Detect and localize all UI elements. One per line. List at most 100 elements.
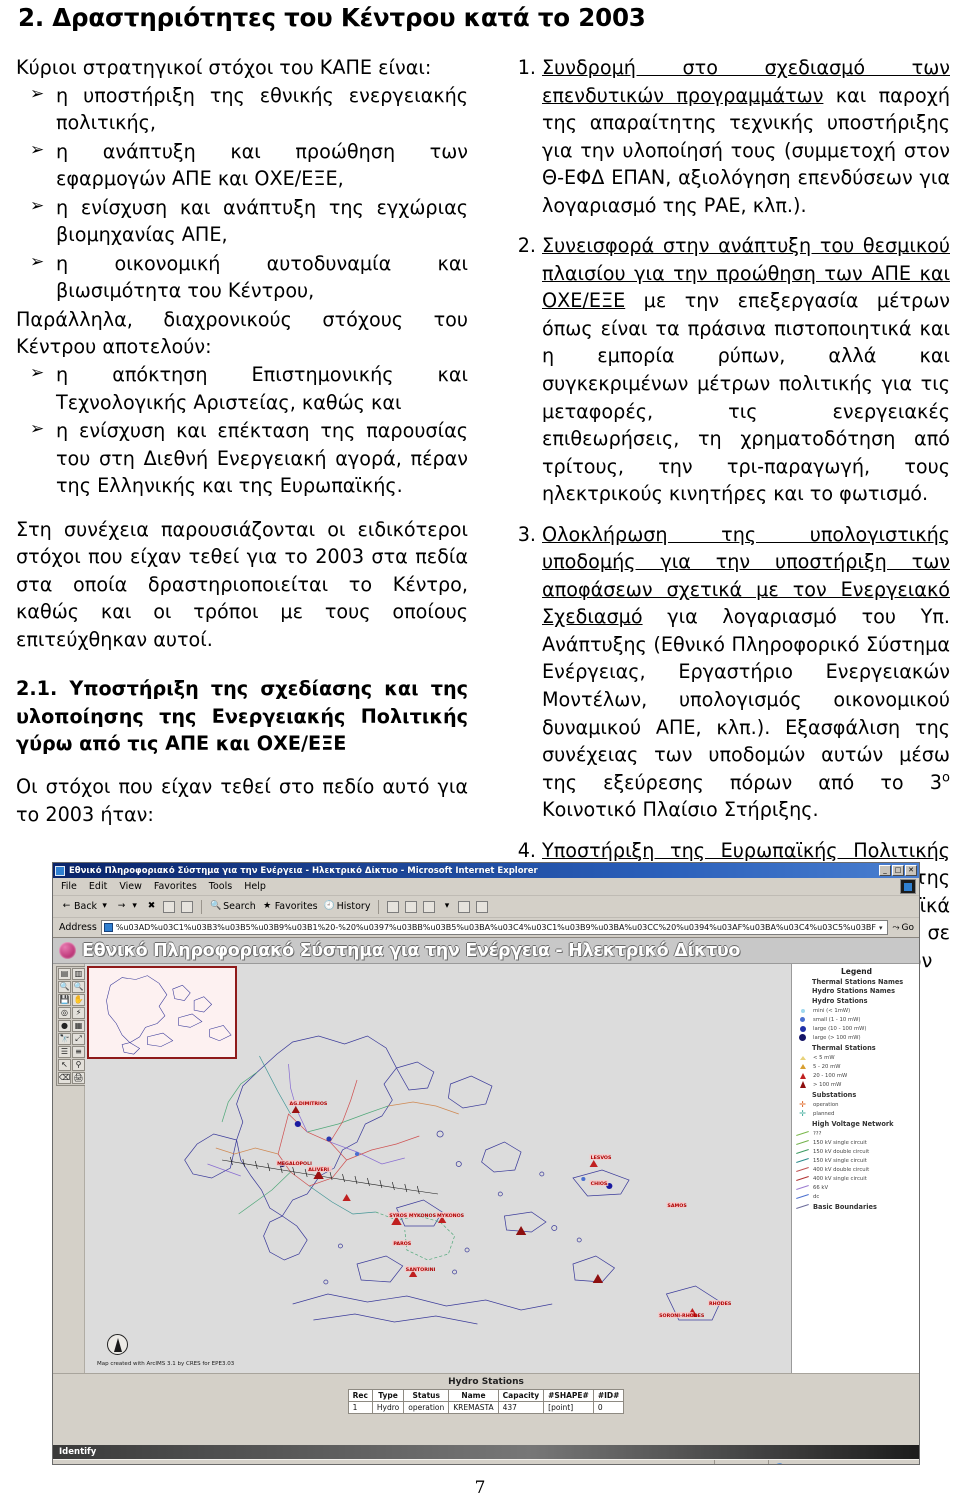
ie-logo-icon: [900, 879, 916, 894]
minimize-button[interactable]: _: [879, 865, 891, 876]
identify-tool-icon[interactable]: ●: [58, 1020, 71, 1032]
menu-view[interactable]: View: [119, 881, 142, 892]
hv-line-symbol-icon: [796, 1193, 809, 1201]
list-item: ➢ η απόκτηση Επιστημονικής και Τεχνολογι…: [16, 361, 468, 416]
zoom-in-tool-icon[interactable]: 🔍: [58, 981, 71, 993]
hydro-mini-symbol-icon: [796, 1007, 809, 1015]
attributes-tool-icon[interactable]: ☰: [58, 1046, 71, 1058]
search-label: Search: [223, 901, 256, 912]
hydro-small-symbol-icon: [796, 1016, 809, 1024]
refresh-icon[interactable]: [163, 900, 176, 913]
full-extent-tool-icon[interactable]: ◎: [58, 1007, 71, 1019]
list-item-text: για λογαριασμό του Υπ. Ανάπτυξης (Εθνικό…: [542, 605, 950, 794]
chevron-down-icon[interactable]: ▾: [876, 924, 885, 932]
chevron-down-icon[interactable]: ▾: [441, 901, 452, 912]
print-tool-icon[interactable]: 🖨: [72, 1072, 85, 1084]
column-header-status: Status: [403, 1389, 450, 1402]
overview-map-inset[interactable]: [87, 966, 237, 1059]
cell-capacity: 437: [497, 1401, 545, 1414]
maximize-button[interactable]: □: [892, 865, 904, 876]
legend-title: Legend: [840, 967, 873, 976]
mail-icon[interactable]: [387, 900, 400, 913]
legend-row-label: operation: [813, 1101, 839, 1108]
address-label: Address: [59, 922, 97, 933]
hv-line-symbol-icon: [796, 1166, 809, 1174]
legend-tool-icon[interactable]: ▥: [72, 968, 85, 980]
search-button[interactable]: 🔍 Search: [210, 901, 256, 912]
security-zone[interactable]: Internet: [769, 1463, 919, 1464]
select-tool-icon[interactable]: ↖: [58, 1059, 71, 1071]
legend-row: ???: [796, 1129, 917, 1138]
legend-row: dc: [796, 1192, 917, 1201]
edit-icon[interactable]: [423, 900, 436, 913]
menu-favorites[interactable]: Favorites: [154, 881, 197, 892]
list-item-number: 3.: [517, 522, 536, 546]
menu-help[interactable]: Help: [244, 881, 266, 892]
menu-tools[interactable]: Tools: [209, 881, 232, 892]
legend-row-label: small (1 - 10 mW): [813, 1016, 861, 1023]
svg-text:CHIOS: CHIOS: [591, 1181, 608, 1187]
svg-text:MEGALOPOLI: MEGALOPOLI: [277, 1161, 312, 1167]
legend-row: mini (< 1mW): [796, 1006, 917, 1015]
print-icon[interactable]: [405, 900, 418, 913]
list-item-number: 1.: [517, 56, 536, 79]
back-button[interactable]: ← Back ▾: [61, 901, 110, 912]
stop-icon[interactable]: ✖: [146, 901, 157, 912]
table-row[interactable]: 1 Hydro operation KREMASTA 437 [point] 0: [347, 1401, 625, 1414]
menu-file[interactable]: File: [61, 881, 77, 892]
legend-row: 5 - 20 mW: [796, 1062, 917, 1071]
address-input[interactable]: %u03AD%u03C1%u03B3%u03B5%u03B9%u03B1%20-…: [100, 920, 889, 935]
map-viewport[interactable]: AG.DIMITRIOS MEGALOPOLI ALIVERI SYROS MY…: [85, 964, 791, 1373]
measure-tool-icon[interactable]: ⤢: [72, 1033, 85, 1045]
arrow-bullet-icon: ➢: [30, 419, 45, 440]
cell-name: KREMASTA: [448, 1401, 499, 1414]
find-tool-icon[interactable]: 🔭: [58, 1033, 71, 1045]
thermal-s-symbol-icon: [796, 1063, 809, 1071]
pan-tool-icon[interactable]: ✋: [72, 994, 85, 1006]
column-header-capacity: Capacity: [497, 1389, 545, 1402]
chevron-down-icon[interactable]: ▾: [99, 901, 110, 912]
column-header-type: Type: [371, 1389, 405, 1402]
globe-icon: [59, 942, 76, 959]
history-label: History: [336, 901, 371, 912]
close-button[interactable]: ✕: [905, 865, 917, 876]
list-item-text: η ενίσχυση και επέκταση της παρουσίας το…: [56, 419, 468, 498]
statusbar-spacer: [715, 1460, 769, 1464]
menu-edit[interactable]: Edit: [89, 881, 107, 892]
layers-tool-icon[interactable]: ▤: [58, 968, 71, 980]
window-controls[interactable]: _ □ ✕: [879, 865, 917, 876]
history-button[interactable]: 🕘 History: [324, 901, 371, 912]
list-item-text: η ενίσχυση και ανάπτυξη της εγχώριας βιο…: [56, 195, 468, 247]
legend-row: 400 kV double circuit: [796, 1165, 917, 1174]
arrow-bullet-icon: ➢: [30, 251, 45, 272]
intro-paragraph: Κύριοι στρατηγικοί στόχοι του ΚΑΠΕ είναι…: [16, 56, 432, 79]
favorites-button[interactable]: ★ Favorites: [262, 901, 317, 912]
chevron-down-icon[interactable]: ▾: [129, 901, 140, 912]
page-icon: [103, 923, 113, 932]
save-tool-icon[interactable]: 💾: [58, 994, 71, 1006]
go-button[interactable]: ⤳ Go: [892, 923, 919, 933]
flash-tool-icon[interactable]: ⚡: [72, 1007, 85, 1019]
home-icon[interactable]: [181, 900, 194, 913]
hyperlink-tool-icon[interactable]: ⚲: [72, 1059, 85, 1071]
ordinal-marker: ο: [942, 770, 950, 786]
messenger-icon[interactable]: [458, 900, 471, 913]
svg-text:PAROS: PAROS: [393, 1241, 412, 1247]
select-layer-tool-icon[interactable]: ≡: [72, 1046, 85, 1058]
zoom-out-tool-icon[interactable]: 🔍: [72, 981, 85, 993]
page-number: 7: [474, 1478, 486, 1498]
substation-planned-symbol-icon: ✛: [799, 1108, 806, 1118]
discuss-icon[interactable]: [476, 900, 489, 913]
column-header-rec: Rec: [347, 1389, 373, 1402]
list-item: 1. Συνδρομή στο σχεδιασμό των επενδυτικώ…: [506, 54, 950, 219]
window-title: Εθνικό Πληροφοριακό Σύστημα για την Ενέρ…: [69, 865, 538, 876]
legend-group-label: High Voltage Network: [812, 1119, 894, 1128]
forward-button[interactable]: → ▾: [116, 901, 140, 912]
clear-tool-icon[interactable]: ⌫: [58, 1072, 71, 1084]
list-item-text: η απόκτηση Επιστημονικής και Τεχνολογική…: [56, 363, 468, 414]
zone-label: Internet: [788, 1463, 820, 1464]
svg-text:SYROS MYKONOS: SYROS MYKONOS: [389, 1213, 436, 1219]
legend-row: 20 - 100 mW: [796, 1071, 917, 1080]
thermal-xs-symbol-icon: [796, 1054, 809, 1062]
query-tool-icon[interactable]: ▦: [72, 1020, 85, 1032]
